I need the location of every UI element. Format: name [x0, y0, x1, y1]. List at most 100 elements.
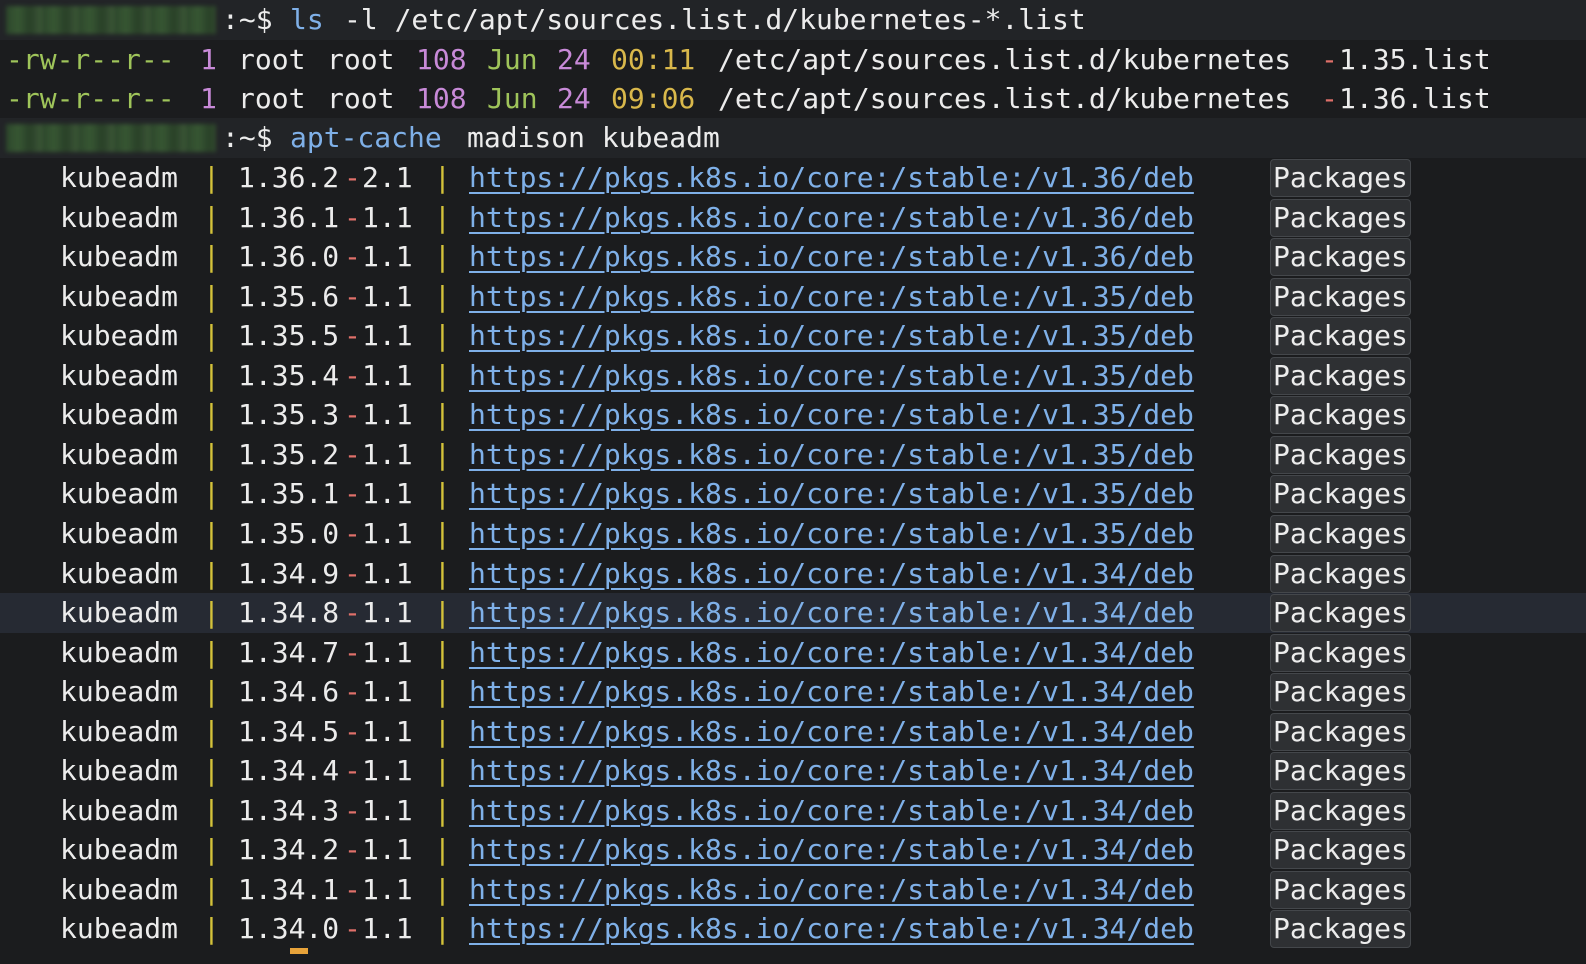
repository-url-link[interactable]: https://pkgs.k8s.io/core:/stable:/v1.36/… — [469, 198, 1194, 238]
version-revision: 1.1 — [362, 754, 413, 787]
version-revision: 1.1 — [362, 477, 413, 510]
repository-url-link[interactable]: https://pkgs.k8s.io/core:/stable:/v1.35/… — [469, 474, 1194, 514]
repository-url-link[interactable]: https://pkgs.k8s.io/core:/stable:/v1.35/… — [469, 316, 1194, 356]
packages-label: Packages — [1270, 317, 1411, 355]
column-separator: | — [434, 477, 451, 510]
package-name: kubeadm — [60, 833, 179, 866]
version-dash: - — [344, 675, 361, 708]
version-number: 1.34.8 — [238, 596, 340, 629]
packages-label: Packages — [1270, 871, 1411, 909]
madison-row: kubeadm | 1.34.9-1.1 | https://pkgs.k8s.io/c… — [0, 554, 1586, 594]
repository-url-link[interactable]: https://pkgs.k8s.io/core:/stable:/v1.34/… — [469, 791, 1194, 831]
column-separator: | — [203, 715, 220, 748]
version-number: 1.34.4 — [238, 754, 340, 787]
repository-url-link[interactable]: https://pkgs.k8s.io/core:/stable:/v1.34/… — [469, 554, 1194, 594]
column-separator: | — [434, 596, 451, 629]
repository-url-link[interactable]: https://pkgs.k8s.io/core:/stable:/v1.35/… — [469, 356, 1194, 396]
version-number: 1.35.3 — [238, 398, 340, 431]
repository-url-link[interactable]: https://pkgs.k8s.io/core:/stable:/v1.34/… — [469, 751, 1194, 791]
file-day: 24 — [557, 82, 591, 115]
column-separator: | — [434, 161, 451, 194]
column-separator: | — [434, 636, 451, 669]
packages-label: Packages — [1270, 199, 1411, 237]
terminal-window[interactable]: :~$ ls -l /etc/apt/sources.list.d/kubern… — [0, 0, 1586, 964]
version-revision: 1.1 — [362, 636, 413, 669]
column-separator: | — [434, 715, 451, 748]
repository-url-link[interactable]: https://pkgs.k8s.io/core:/stable:/v1.34/… — [469, 633, 1194, 673]
column-separator: | — [434, 794, 451, 827]
repository-url-link[interactable]: https://pkgs.k8s.io/core:/stable:/v1.34/… — [469, 712, 1194, 752]
repository-url-link[interactable]: https://pkgs.k8s.io/core:/stable:/v1.35/… — [469, 395, 1194, 435]
madison-row: kubeadm | 1.34.7-1.1 | https://pkgs.k8s.io/c… — [0, 633, 1586, 673]
madison-row: kubeadm | 1.34.5-1.1 | https://pkgs.k8s.io/c… — [0, 712, 1586, 752]
madison-row: kubeadm | 1.34.4-1.1 | https://pkgs.k8s.io/c… — [0, 751, 1586, 791]
version-revision: 1.1 — [362, 201, 413, 234]
repository-url-link[interactable]: https://pkgs.k8s.io/core:/stable:/v1.35/… — [469, 435, 1194, 475]
repository-url-link[interactable]: https://pkgs.k8s.io/core:/stable:/v1.34/… — [469, 830, 1194, 870]
column-separator: | — [203, 833, 220, 866]
package-name: kubeadm — [60, 201, 179, 234]
version-number: 1.34.1 — [238, 873, 340, 906]
package-name: kubeadm — [60, 873, 179, 906]
version-dash: - — [344, 438, 361, 471]
column-separator: | — [434, 754, 451, 787]
repository-url-link[interactable]: https://pkgs.k8s.io/core:/stable:/v1.34/… — [469, 870, 1194, 910]
package-name: kubeadm — [60, 359, 179, 392]
column-separator: | — [434, 438, 451, 471]
file-month: Jun — [487, 43, 538, 76]
repository-url-link[interactable]: https://pkgs.k8s.io/core:/stable:/v1.34/… — [469, 593, 1194, 633]
package-name: kubeadm — [60, 319, 179, 352]
repository-url-link[interactable]: https://pkgs.k8s.io/core:/stable:/v1.35/… — [469, 277, 1194, 317]
column-separator: | — [203, 201, 220, 234]
packages-label: Packages — [1270, 396, 1411, 434]
repository-url-link[interactable]: https://pkgs.k8s.io/core:/stable:/v1.36/… — [469, 158, 1194, 198]
version-number: 1.34.9 — [238, 557, 340, 590]
column-separator: | — [203, 636, 220, 669]
package-name: kubeadm — [60, 557, 179, 590]
version-dash: - — [344, 359, 361, 392]
madison-row: kubeadm | 1.35.3-1.1 | https://pkgs.k8s.io/c… — [0, 395, 1586, 435]
column-separator: | — [203, 557, 220, 590]
file-permissions: -rw-r--r-- — [6, 43, 175, 76]
link-count: 1 — [200, 43, 217, 76]
package-name: kubeadm — [60, 280, 179, 313]
version-number: 1.34.7 — [238, 636, 340, 669]
package-name: kubeadm — [60, 517, 179, 550]
column-separator: | — [434, 833, 451, 866]
command-args: madison kubeadm — [467, 121, 720, 154]
version-number: 1.35.1 — [238, 477, 340, 510]
package-name: kubeadm — [60, 675, 179, 708]
version-number: 1.35.2 — [238, 438, 340, 471]
column-separator: | — [203, 517, 220, 550]
madison-row: kubeadm | 1.36.1-1.1 | https://pkgs.k8s.io/c… — [0, 198, 1586, 238]
packages-label: Packages — [1270, 515, 1411, 553]
madison-row: kubeadm | 1.34.8-1.1 | https://pkgs.k8s.io/c… — [0, 593, 1586, 633]
command-name: apt-cache — [290, 121, 442, 154]
repository-url-link[interactable]: https://pkgs.k8s.io/core:/stable:/v1.36/… — [469, 237, 1194, 277]
madison-row: kubeadm | 1.35.5-1.1 | https://pkgs.k8s.io/c… — [0, 316, 1586, 356]
version-revision: 1.1 — [362, 873, 413, 906]
version-revision: 1.1 — [362, 517, 413, 550]
file-month: Jun — [487, 82, 538, 115]
repository-url-link[interactable]: https://pkgs.k8s.io/core:/stable:/v1.34/… — [469, 672, 1194, 712]
version-dash: - — [344, 794, 361, 827]
packages-label: Packages — [1270, 594, 1411, 632]
version-number: 1.35.5 — [238, 319, 340, 352]
version-dash: - — [344, 517, 361, 550]
packages-label: Packages — [1270, 238, 1411, 276]
version-revision: 1.1 — [362, 319, 413, 352]
version-revision: 1.1 — [362, 438, 413, 471]
file-path-dash: - — [1321, 43, 1338, 76]
column-separator: | — [203, 477, 220, 510]
package-name: kubeadm — [60, 161, 179, 194]
column-separator: | — [434, 201, 451, 234]
prompt-line-2: :~$ apt-cache madison kubeadm — [0, 118, 1586, 158]
prompt-suffix: :~$ — [222, 121, 273, 154]
version-dash: - — [344, 873, 361, 906]
version-revision: 1.1 — [362, 557, 413, 590]
version-revision: 1.1 — [362, 833, 413, 866]
column-separator: | — [203, 359, 220, 392]
column-separator: | — [434, 557, 451, 590]
repository-url-link[interactable]: https://pkgs.k8s.io/core:/stable:/v1.35/… — [469, 514, 1194, 554]
repository-url-link[interactable]: https://pkgs.k8s.io/core:/stable:/v1.34/… — [469, 909, 1194, 949]
